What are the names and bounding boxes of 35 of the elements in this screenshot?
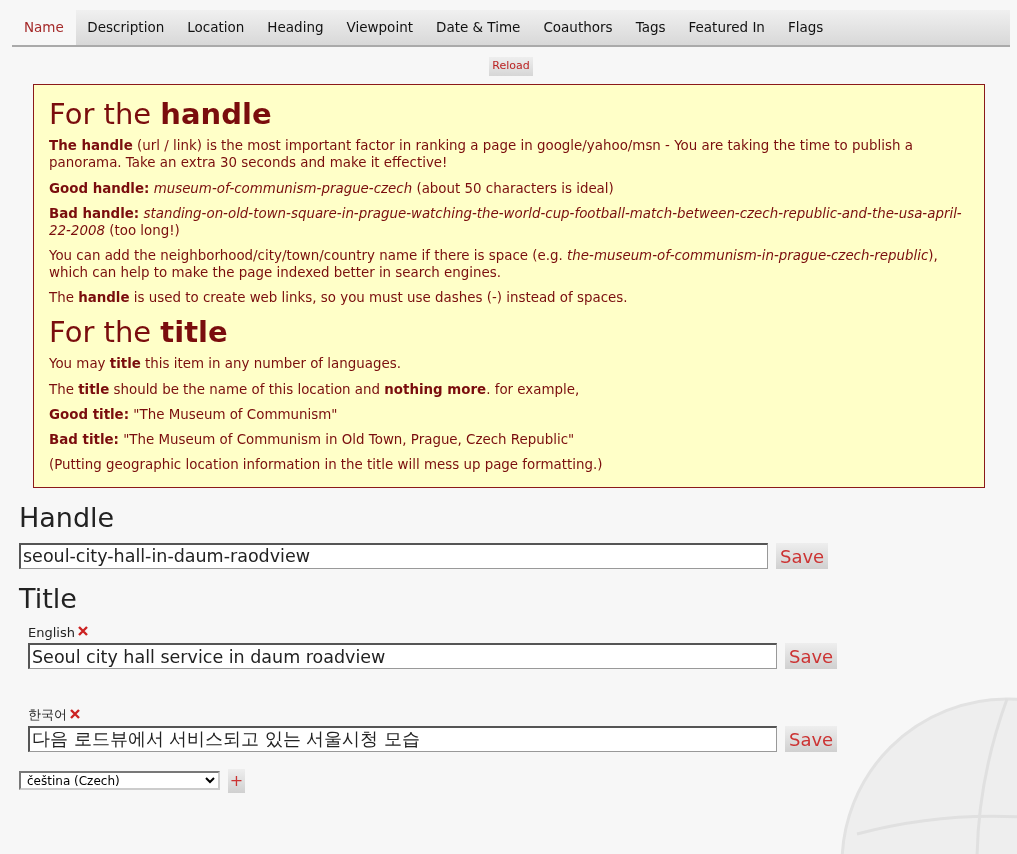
save-button[interactable]: Save xyxy=(785,725,838,752)
language-label: English xyxy=(28,623,75,642)
info-paragraph: The title should be the name of this location and nothing more. for example, xyxy=(49,380,581,398)
title-input[interactable]: 다음 로드뷰에서 서비스되고 있는 서울시청 모습 xyxy=(28,725,777,752)
tab[interactable]: Location xyxy=(175,10,256,45)
handle-input[interactable]: seoul-city-hall-in-daum-raodview xyxy=(19,542,768,569)
info-paragraph: Bad handle: standing-on-old-town-square-in-prague-watching-the-world-cup-football-match-between-czech-republic-and-the-usa-april-22-2008 (too long!) xyxy=(49,204,963,240)
tab[interactable]: Featured In xyxy=(677,10,777,45)
info-paragraph: The handle is used to create web links, so you must use dashes (-) instead of spaces. xyxy=(49,289,629,307)
info-heading: For the handle xyxy=(49,96,273,132)
tab[interactable]: Heading xyxy=(255,10,335,45)
tab[interactable]: Tags xyxy=(624,10,677,45)
info-paragraph: Good title: "The Museum of Communism" xyxy=(49,405,339,423)
language-select[interactable]: čeština (Czech) xyxy=(19,771,220,791)
save-button[interactable]: Save xyxy=(785,643,838,670)
add-language-button[interactable]: + xyxy=(228,768,245,793)
title-input[interactable]: Seoul city hall service in daum roadview xyxy=(28,643,777,670)
section-heading: Title xyxy=(19,582,78,615)
section-heading: Handle xyxy=(19,502,116,535)
info-paragraph: You may title this item in any number of languages. xyxy=(49,355,402,373)
tab[interactable]: Description xyxy=(75,10,176,45)
reload-button[interactable]: Reload xyxy=(489,57,533,76)
info-paragraph: (Putting geographic location information in the title will mess up page formatting.) xyxy=(49,455,604,474)
language-label: 한국어 xyxy=(28,706,67,725)
info-paragraph: You can add the neighborhood/city/town/country name if there is space (e.g. the-museum-of-communism-in-prague-czech-republic), which can help to make the page indexed better in search engines. xyxy=(49,247,939,282)
tab[interactable]: Date & Time xyxy=(424,10,532,45)
info-paragraph: The handle (url / link) is the most important factor in ranking a page in google/yahoo/msn - You are taking the time to publish a panorama. Take an extra 30 seconds and make it effective! xyxy=(49,137,914,172)
info-paragraph: Good handle: museum-of-communism-prague-czech (about 50 characters is ideal) xyxy=(49,179,615,197)
save-button[interactable]: Save xyxy=(776,542,829,569)
tab[interactable]: Flags xyxy=(776,10,835,45)
tab[interactable]: Name xyxy=(12,10,76,45)
tab[interactable]: Coauthors xyxy=(531,10,625,45)
info-paragraph: Bad title: "The Museum of Communism in Old Town, Prague, Czech Republic" xyxy=(49,430,576,448)
tab[interactable]: Viewpoint xyxy=(335,10,425,45)
info-heading: For the title xyxy=(49,314,229,350)
